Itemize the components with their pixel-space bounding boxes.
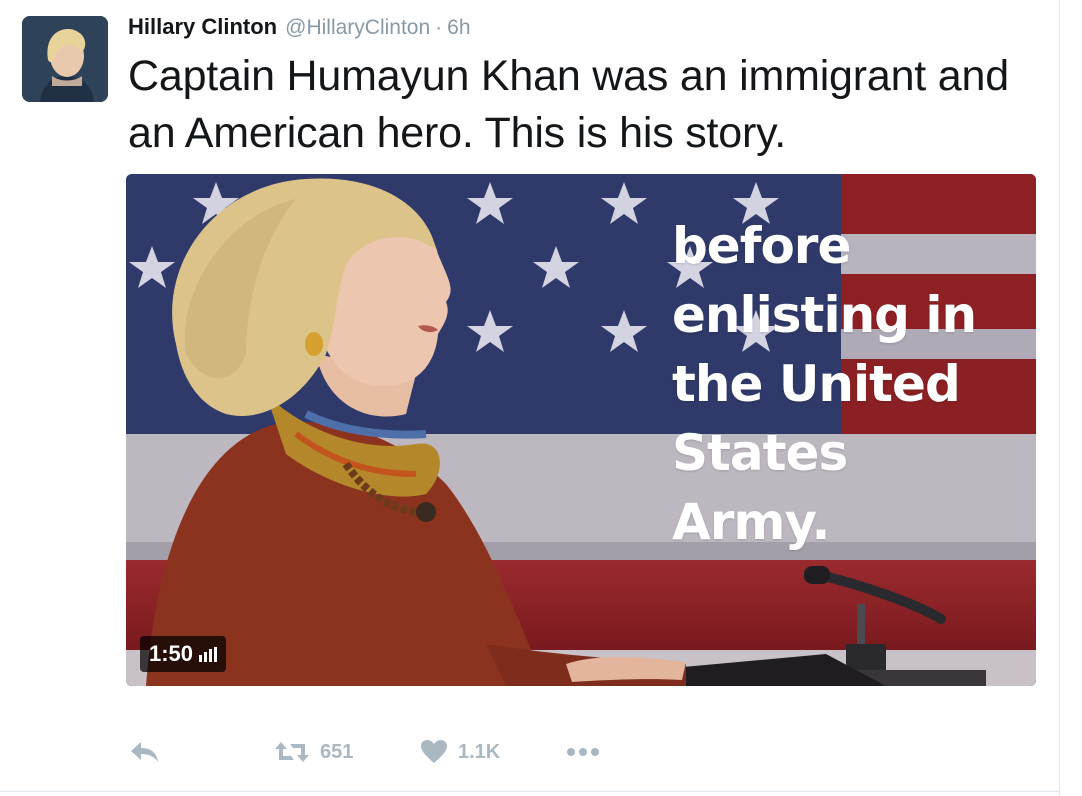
video-duration: 1:50 — [149, 641, 194, 666]
author-handle[interactable]: @HillaryClinton — [285, 16, 430, 40]
overlay-line: enlisting in — [672, 286, 977, 344]
reply-button[interactable] — [128, 739, 274, 765]
retweet-count: 651 — [320, 740, 354, 763]
more-button[interactable] — [566, 746, 600, 758]
like-button[interactable]: 1.1K — [420, 739, 566, 765]
tweet-card: Hillary Clinton @HillaryClinton · 6h Cap… — [0, 0, 1060, 796]
retweet-icon — [275, 742, 309, 762]
video-player[interactable]: before enlisting in the United States Ar… — [126, 174, 1036, 686]
tweet-timestamp[interactable]: 6h — [447, 16, 470, 40]
more-icon — [567, 748, 599, 756]
video-duration-badge: 1:50 — [140, 636, 227, 672]
avatar[interactable] — [22, 16, 108, 102]
volume-icon — [199, 646, 218, 662]
overlay-line: Army. — [672, 493, 830, 551]
like-count: 1.1K — [458, 740, 501, 763]
avatar-image — [22, 16, 108, 102]
tweet-text: Captain Humayun Khan was an immigrant an… — [128, 52, 1009, 157]
author-name[interactable]: Hillary Clinton — [128, 14, 277, 40]
heart-icon — [421, 740, 447, 763]
video-caption-overlay: before enlisting in the United States Ar… — [672, 212, 1032, 557]
tweet-actions: 651 1.1K — [128, 732, 600, 772]
header-separator: · — [435, 16, 443, 39]
overlay-line: before — [672, 217, 851, 275]
retweet-button[interactable]: 651 — [274, 739, 420, 765]
overlay-line: States — [672, 424, 848, 482]
overlay-line: the United — [672, 355, 961, 413]
reply-icon — [131, 742, 158, 762]
tweet-header: Hillary Clinton @HillaryClinton · 6h — [128, 14, 471, 42]
